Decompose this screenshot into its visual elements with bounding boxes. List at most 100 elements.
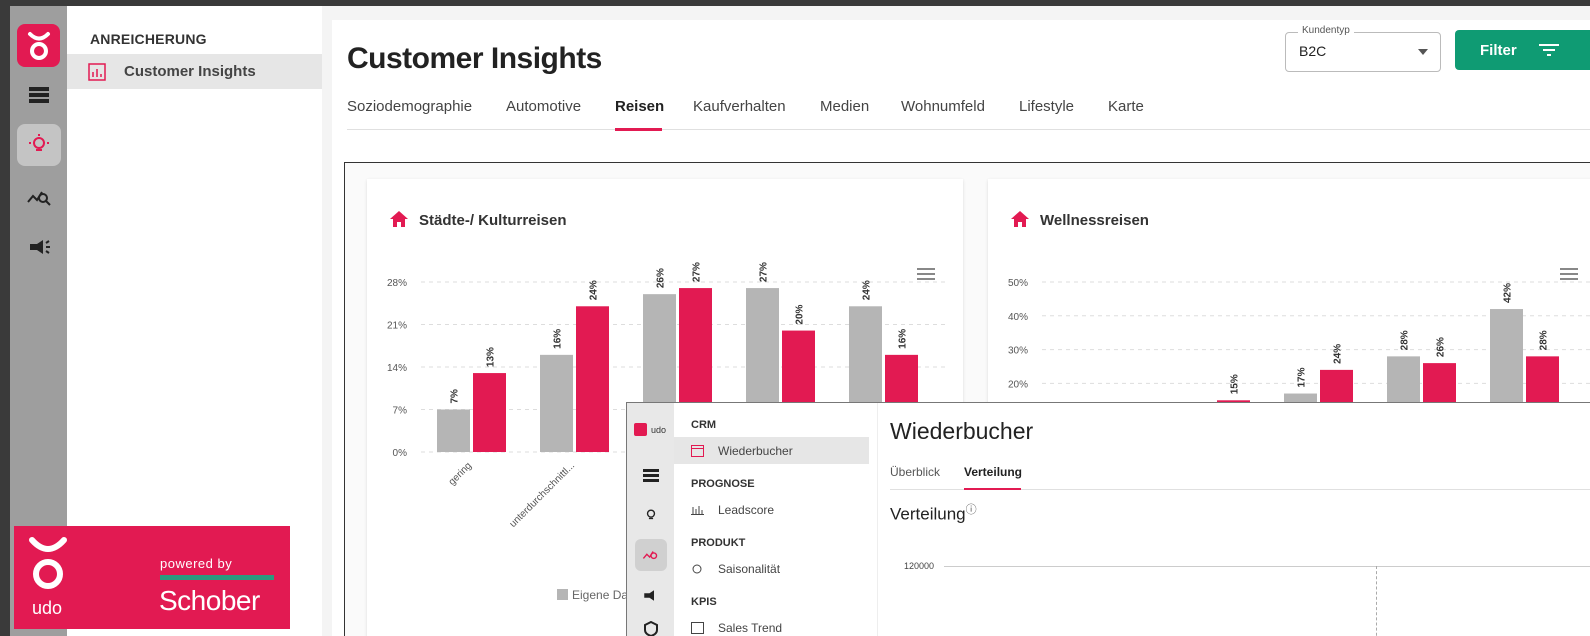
sidebar-item-label: Customer Insights xyxy=(124,63,256,80)
y-tick-label: 30% xyxy=(1008,346,1028,357)
y-tick-label: 28% xyxy=(387,278,407,289)
brand-company: Schober xyxy=(159,585,260,616)
data-label: 42% xyxy=(1503,283,1514,303)
y-tick-label: 14% xyxy=(387,363,407,374)
overlay-main: Wiederbucher Überblick Verteilung Vertei… xyxy=(877,403,1590,636)
data-label: 20% xyxy=(795,304,806,324)
data-label: 26% xyxy=(1436,337,1447,357)
sun-icon xyxy=(690,562,704,576)
overlay-screenshot: udo CRM Wiederbucher PROGNOSE Leadscore … xyxy=(626,402,1590,636)
tab-ueberblick[interactable]: Überblick xyxy=(890,465,940,479)
data-label: 13% xyxy=(486,347,497,367)
kundentyp-select[interactable]: Kundentyp B2C xyxy=(1285,25,1441,72)
analytics-search-icon[interactable] xyxy=(635,539,667,571)
data-label: 7% xyxy=(450,389,461,404)
udo-logo-icon[interactable] xyxy=(17,24,60,67)
page-title: Customer Insights xyxy=(347,42,602,75)
bar xyxy=(540,354,573,452)
overlay-marker-line xyxy=(1376,566,1377,636)
megaphone-icon[interactable] xyxy=(635,579,667,611)
x-tick-label: gering xyxy=(447,460,474,487)
tab-verteilung[interactable]: Verteilung xyxy=(964,465,1022,479)
data-label: 24% xyxy=(1333,344,1344,364)
data-label: 26% xyxy=(656,268,667,288)
overlay-icon-rail: udo xyxy=(627,403,674,636)
data-label: 15% xyxy=(1230,374,1241,394)
overlay-item-leadscore[interactable]: Leadscore xyxy=(674,496,869,523)
legend-swatch xyxy=(557,589,568,600)
overlay-tab-bar: Überblick Verteilung xyxy=(890,463,1590,490)
overlay-section-kpis: KPIS xyxy=(691,596,717,608)
filter-button[interactable]: Filter xyxy=(1455,30,1590,70)
y-tick-label: 40% xyxy=(1008,312,1028,323)
y-tick-label: 0% xyxy=(393,448,408,459)
legend-label: Eigene Da xyxy=(572,588,628,602)
lightbulb-icon[interactable] xyxy=(17,124,61,166)
overlay-section-prognose: PROGNOSE xyxy=(691,478,755,490)
overlay-y-label: 120000 xyxy=(904,561,935,571)
lightbulb-icon[interactable] xyxy=(635,499,667,531)
brand-divider xyxy=(160,575,274,580)
list-icon[interactable] xyxy=(635,459,667,491)
data-label: 16% xyxy=(553,329,564,349)
brand-banner: udo powered by Schober xyxy=(14,526,290,629)
tab-lifestyle[interactable]: Lifestyle xyxy=(1019,98,1074,115)
bar-chart-icon xyxy=(88,62,106,81)
data-label: 28% xyxy=(1539,330,1550,350)
bar xyxy=(437,409,470,452)
kundentyp-label: Kundentyp xyxy=(1298,25,1354,36)
overlay-item-label: Saisonalität xyxy=(718,561,781,576)
tab-reisen[interactable]: Reisen xyxy=(615,98,664,115)
info-icon[interactable]: ⓘ xyxy=(966,504,977,516)
data-label: 27% xyxy=(692,262,703,282)
megaphone-icon[interactable] xyxy=(17,226,61,268)
bar xyxy=(473,373,506,452)
udo-logo xyxy=(29,537,67,589)
overlay-section-produkt: PRODUKT xyxy=(691,537,746,549)
calendar-icon xyxy=(690,444,704,457)
tab-soziodemographie[interactable]: Soziodemographie xyxy=(347,98,472,115)
y-tick-label: 20% xyxy=(1008,379,1028,390)
x-tick-label: unterdurchschnittl... xyxy=(508,460,577,529)
kundentyp-value: B2C xyxy=(1299,43,1327,59)
overlay-item-saisonalitaet[interactable]: Saisonalität xyxy=(674,555,869,582)
list-icon[interactable] xyxy=(17,74,61,116)
active-tab-indicator xyxy=(615,128,662,131)
overlay-gridline xyxy=(944,566,1590,567)
overlay-logo[interactable]: udo xyxy=(634,423,666,436)
analytics-search-icon[interactable] xyxy=(17,176,61,218)
overlay-logo-text: udo xyxy=(651,424,667,435)
shield-icon[interactable] xyxy=(635,613,667,636)
y-tick-label: 7% xyxy=(393,406,408,417)
tab-kaufverhalten[interactable]: Kaufverhalten xyxy=(693,98,786,115)
table-icon xyxy=(690,621,704,634)
sidebar-section-label: ANREICHERUNG xyxy=(90,31,207,47)
overlay-item-label: Wiederbucher xyxy=(718,443,793,458)
tab-medien[interactable]: Medien xyxy=(820,98,869,115)
chevron-down-icon xyxy=(1418,49,1428,55)
overlay-item-label: Leadscore xyxy=(718,502,775,517)
data-label: 16% xyxy=(898,329,909,349)
filter-icon xyxy=(1538,44,1559,56)
overlay-item-sales-trend[interactable]: Sales Trend xyxy=(674,614,869,636)
tab-bar: Soziodemographie Automotive Reisen Kaufv… xyxy=(347,90,1590,131)
data-label: 17% xyxy=(1297,367,1308,387)
overlay-item-label: Sales Trend xyxy=(718,620,783,635)
y-tick-label: 50% xyxy=(1008,278,1028,289)
bar xyxy=(576,306,609,452)
bar-chart-icon xyxy=(690,505,704,515)
overlay-heading-text: Verteilung xyxy=(890,504,966,524)
tab-wohnumfeld[interactable]: Wohnumfeld xyxy=(901,98,985,115)
data-label: 24% xyxy=(589,280,600,300)
y-tick-label: 21% xyxy=(387,321,407,332)
overlay-page-title: Wiederbucher xyxy=(890,418,1034,444)
data-label: 28% xyxy=(1400,330,1411,350)
overlay-item-wiederbucher[interactable]: Wiederbucher xyxy=(674,437,869,464)
active-tab-indicator xyxy=(964,488,1021,490)
app-window: ANREICHERUNG Customer Insights udo power… xyxy=(10,6,1590,636)
overlay-section-crm: CRM xyxy=(691,419,717,431)
tab-automotive[interactable]: Automotive xyxy=(506,98,581,115)
sidebar-item-customer-insights[interactable]: Customer Insights xyxy=(67,54,322,89)
overlay-sidebar: CRM Wiederbucher PROGNOSE Leadscore PROD… xyxy=(674,403,869,636)
tab-karte[interactable]: Karte xyxy=(1108,98,1144,115)
